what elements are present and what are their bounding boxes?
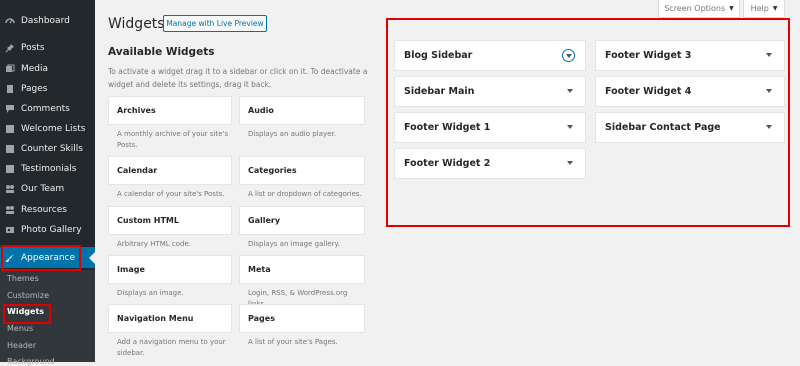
widget-archives[interactable]: Archives [108,96,232,125]
menu-label: Comments [21,104,70,114]
quote-icon [5,164,15,174]
menu-item-comments[interactable]: Comments [0,99,95,119]
resources-icon [5,205,15,215]
team-icon [5,184,15,194]
widget-description: A list or dropdown of categories. [248,190,362,198]
dashboard-icon [5,16,15,26]
page-icon [5,84,15,94]
caret-down-icon[interactable] [567,161,573,165]
pin-icon [5,43,15,53]
caret-down-icon: ▼ [729,5,734,12]
submenu-menus[interactable]: Menus [7,324,33,333]
menu-item-testimonials[interactable]: Testimonials [0,159,95,179]
counter-icon [5,144,15,154]
widget-meta[interactable]: Meta [239,255,365,284]
widget-gallery[interactable]: Gallery [239,206,365,235]
menu-item-pages[interactable]: Pages [0,79,95,99]
caret-down-icon[interactable] [766,89,772,93]
screen-options-label: Screen Options [664,4,726,13]
screen-options-button[interactable]: Screen Options ▼ [658,0,740,18]
page-title: Widgets [108,16,165,32]
menu-label: Welcome Lists [21,124,86,134]
widget-description: A monthly archive of your site's Posts. [117,130,229,149]
submenu-header[interactable]: Header [7,341,36,350]
menu-item-posts[interactable]: Posts [0,38,95,58]
menu-label: Our Team [21,184,65,194]
sidebar-name: Sidebar Main [404,86,475,97]
admin-sidebar: Dashboard Posts Media Pages Comments Wel… [0,0,95,366]
widget-navigation-menu[interactable]: Navigation Menu [108,304,232,333]
widget-description: Add a navigation menu to your sidebar. [117,338,226,357]
widget-description: Displays an image. [117,289,184,297]
menu-item-media[interactable]: Media [0,59,95,79]
widget-calendar[interactable]: Calendar [108,156,232,185]
widget-description: A calendar of your site's Posts. [117,190,225,198]
caret-down-icon: ▼ [772,5,778,12]
menu-item-our-team[interactable]: Our Team [0,179,95,199]
submenu-themes[interactable]: Themes [7,274,39,283]
widget-categories[interactable]: Categories [239,156,365,185]
sidebar-name: Footer Widget 4 [605,86,692,97]
widgets-highlight-box [3,304,51,324]
widget-description: Displays an audio player. [248,130,336,138]
menu-label: Media [21,64,49,74]
widget-pages[interactable]: Pages [239,304,365,333]
sidebar-footer-widget-2[interactable]: Footer Widget 2 [394,148,586,179]
caret-down-icon[interactable] [567,125,573,129]
menu-label: Counter Skills [21,144,83,154]
sidebar-name: Blog Sidebar [404,50,473,61]
sidebar-name: Footer Widget 2 [404,158,491,169]
help-label: Help [750,4,769,13]
widget-custom-html[interactable]: Custom HTML [108,206,232,235]
comment-icon [5,104,15,114]
media-icon [5,64,15,74]
caret-down-icon[interactable] [766,125,772,129]
menu-label: Dashboard [21,16,70,26]
list-icon [5,124,15,134]
widget-audio[interactable]: Audio [239,96,365,125]
menu-item-dashboard[interactable]: Dashboard [0,11,95,31]
sidebar-blog-sidebar[interactable]: Blog Sidebar [394,40,586,71]
help-button[interactable]: Help ▼ [743,0,785,18]
menu-label: Posts [21,43,45,53]
current-menu-arrow [89,252,95,264]
sidebar-contact-page[interactable]: Sidebar Contact Page [595,112,785,143]
menu-label: Pages [21,84,48,94]
caret-down-icon[interactable] [567,89,573,93]
widget-description: A list of your site's Pages. [248,338,338,346]
expand-toggle-icon[interactable] [562,49,575,62]
menu-item-resources[interactable]: Resources [0,200,95,220]
submenu-customize[interactable]: Customize [7,291,49,300]
sidebar-footer-widget-3[interactable]: Footer Widget 3 [595,40,785,71]
caret-down-icon[interactable] [766,53,772,57]
sidebar-footer-widget-1[interactable]: Footer Widget 1 [394,112,586,143]
menu-item-welcome-lists[interactable]: Welcome Lists [0,119,95,139]
appearance-highlight-box [1,245,81,271]
menu-item-photo-gallery[interactable]: Photo Gallery [0,220,95,240]
sidebar-footer-widget-4[interactable]: Footer Widget 4 [595,76,785,107]
menu-item-counter-skills[interactable]: Counter Skills [0,139,95,159]
sidebar-name: Footer Widget 1 [404,122,491,133]
sidebar-sidebar-main[interactable]: Sidebar Main [394,76,586,107]
gallery-icon [5,225,15,235]
widget-description: Displays an image gallery. [248,240,340,248]
widget-image[interactable]: Image [108,255,232,284]
sidebar-name: Sidebar Contact Page [605,122,721,133]
available-widgets-title: Available Widgets [108,46,215,58]
sidebar-name: Footer Widget 3 [605,50,692,61]
live-preview-button[interactable]: Manage with Live Preview [163,15,267,32]
menu-label: Photo Gallery [21,225,82,235]
widget-description: Arbitrary HTML code. [117,240,192,248]
menu-label: Resources [21,205,67,215]
menu-label: Testimonials [21,164,77,174]
available-widgets-description: To activate a widget drag it to a sideba… [108,67,368,89]
